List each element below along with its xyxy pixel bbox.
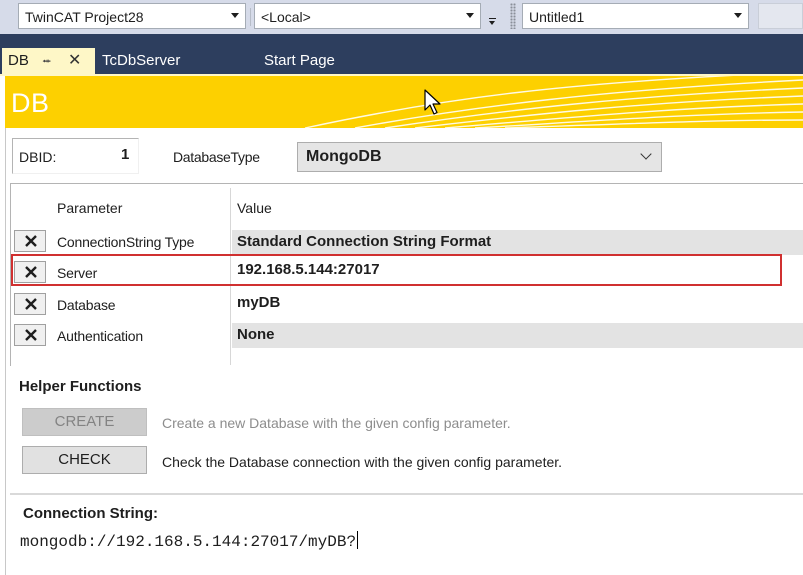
editor-frame-border <box>5 128 6 575</box>
database-type-value: MongoDB <box>306 148 382 165</box>
create-button[interactable]: CREATE <box>22 408 147 436</box>
tab-tcdbserver[interactable]: TcDbServer <box>94 48 180 74</box>
check-description: Check the Database connection with the g… <box>162 454 563 470</box>
tab-label: DB <box>8 52 29 69</box>
overflow-line-icon <box>489 18 496 19</box>
toolbar-disabled-combo <box>758 3 803 29</box>
solution-combo-value: Untitled1 <box>529 9 585 25</box>
remove-row-button[interactable] <box>14 293 46 315</box>
connection-separator <box>10 493 803 495</box>
toolbar-grip-icon[interactable] <box>510 3 516 29</box>
database-type-label: DatabaseType <box>173 149 260 165</box>
connection-string-value: mongodb://192.168.5.144:27017/myDB? <box>20 533 357 551</box>
remove-x-icon <box>25 329 37 341</box>
target-combo[interactable]: <Local> <box>254 3 481 29</box>
toolbar-overflow-button[interactable] <box>486 8 500 26</box>
create-description: Create a new Database with the given con… <box>162 415 511 431</box>
page-title: DB <box>11 88 50 118</box>
param-authentication: Authentication <box>57 328 143 344</box>
remove-row-button[interactable] <box>14 230 46 252</box>
database-type-select[interactable]: MongoDB <box>297 142 662 172</box>
overflow-arrow-icon <box>489 21 495 25</box>
value-database[interactable]: myDB <box>232 291 280 316</box>
chevron-down-icon[interactable] <box>231 13 239 18</box>
chevron-down-icon[interactable] <box>466 13 474 18</box>
tab-db[interactable]: DB ⭺ ✕ <box>2 48 95 74</box>
param-database: Database <box>57 297 116 313</box>
chevron-down-icon[interactable] <box>640 148 652 160</box>
text-caret <box>357 531 359 549</box>
tab-start-page[interactable]: Start Page <box>256 48 335 74</box>
dbid-label: DBID: <box>19 149 57 165</box>
check-button[interactable]: CHECK <box>22 446 147 474</box>
toolbar: TwinCAT Project28 <Local> Untitled1 <box>0 0 803 34</box>
banner-wave-decoration <box>304 76 803 128</box>
target-combo-value: <Local> <box>261 9 311 25</box>
tab-label: Start Page <box>264 52 335 69</box>
mouse-pointer-icon <box>424 89 441 115</box>
project-combo[interactable]: TwinCAT Project28 <box>18 3 246 29</box>
document-tab-strip: DB ⭺ ✕ TcDbServer Start Page <box>0 34 803 74</box>
remove-row-button[interactable] <box>14 324 46 346</box>
value-connectionstring-type[interactable]: Standard Connection String Format <box>232 230 803 255</box>
close-icon[interactable]: ✕ <box>68 48 81 74</box>
editor-header-banner: DB <box>5 76 803 128</box>
param-connectionstring-type: ConnectionString Type <box>57 234 195 250</box>
column-header-value: Value <box>237 200 272 216</box>
value-authentication[interactable]: None <box>232 323 803 348</box>
dbid-value: 1 <box>121 146 130 163</box>
tab-label: TcDbServer <box>102 52 181 69</box>
remove-x-icon <box>25 298 37 310</box>
pin-icon[interactable]: ⭺ <box>42 48 51 74</box>
connection-string-label: Connection String: <box>23 505 158 522</box>
remove-x-icon <box>25 235 37 247</box>
grid-top-border <box>10 183 803 184</box>
column-header-parameter: Parameter <box>57 200 123 216</box>
project-combo-value: TwinCAT Project28 <box>25 9 144 25</box>
server-row-highlight <box>11 254 782 286</box>
toolbar-separator <box>250 8 251 26</box>
connection-string-field[interactable]: mongodb://192.168.5.144:27017/myDB? <box>20 531 359 551</box>
solution-combo[interactable]: Untitled1 <box>522 3 749 29</box>
chevron-down-icon[interactable] <box>734 13 742 18</box>
helper-functions-title: Helper Functions <box>19 378 142 395</box>
